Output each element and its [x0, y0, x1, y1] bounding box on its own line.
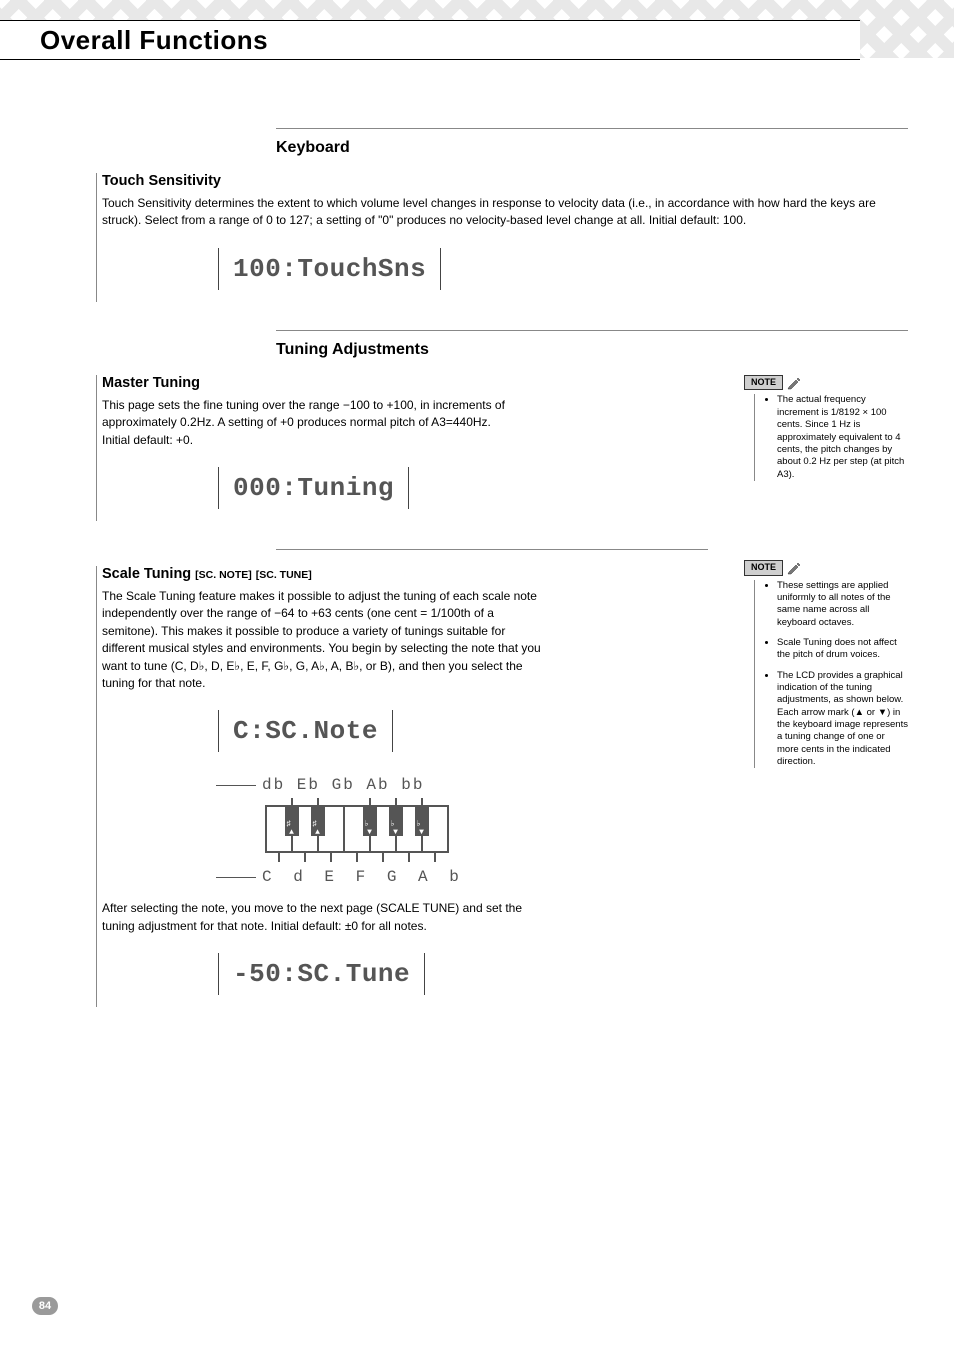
scale-tag-after: [SC. TUNE] — [256, 569, 312, 581]
pencil-icon — [787, 376, 801, 390]
scale-body-a: The Scale Tuning feature makes it possib… — [102, 588, 542, 692]
page-title: Overall Functions — [40, 25, 268, 56]
svg-text:▼: ▼ — [367, 828, 373, 837]
lcd-master: 000:Tuning — [218, 467, 409, 509]
scale-tag-before: [SC. NOTE] — [195, 569, 252, 581]
subsection-touch-title: Touch Sensitivity — [102, 173, 221, 189]
lcd-keyboard-graphic: db Eb Gb Ab bb — [216, 776, 908, 886]
lcd-touch: 100:TouchSns — [218, 248, 441, 290]
page-number-badge: 84 — [32, 1297, 58, 1315]
note-master-item-0: The actual frequency increment is 1/8192… — [777, 394, 908, 480]
svg-text:▲: ▲ — [315, 828, 321, 837]
svg-text:▼: ▼ — [393, 828, 399, 837]
subsection-master-title: Master Tuning — [102, 375, 200, 391]
subsection-scale-title: Scale Tuning — [102, 566, 191, 582]
note-scale-item-2: The LCD provides a graphical indication … — [777, 670, 908, 769]
master-body: This page sets the fine tuning over the … — [102, 397, 522, 449]
note-scale-item-0: These settings are applied uniformly to … — [777, 580, 908, 629]
note-label: NOTE — [744, 560, 783, 576]
scale-body-b: After selecting the note, you move to th… — [102, 900, 542, 935]
pencil-icon — [787, 561, 801, 575]
lcd-scale-tune: -50:SC.Tune — [218, 953, 425, 995]
svg-text:▼: ▼ — [419, 828, 425, 837]
section-heading-tuning: Tuning Adjustments — [276, 341, 908, 359]
note-label: NOTE — [744, 375, 783, 391]
section-heading-keyboard: Keyboard — [276, 139, 908, 157]
svg-text:▲: ▲ — [289, 828, 295, 837]
touch-body: Touch Sensitivity determines the extent … — [102, 195, 902, 230]
note-scale-item-1: Scale Tuning does not affect the pitch o… — [777, 637, 908, 662]
lcd-scale-note: C:SC.Note — [218, 710, 393, 752]
